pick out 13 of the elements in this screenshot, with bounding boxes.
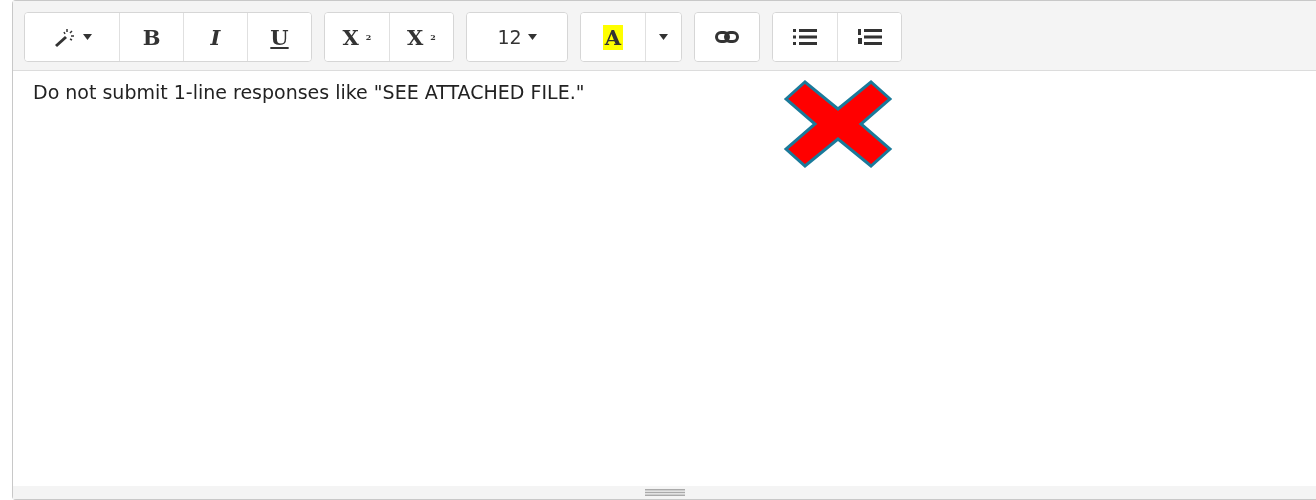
caret-icon (527, 34, 537, 40)
numbered-list-button[interactable] (837, 13, 901, 61)
underline-button[interactable]: U (247, 13, 311, 61)
caret-icon (659, 34, 668, 40)
numbered-list-icon (857, 28, 882, 46)
bullet-list-icon (793, 28, 817, 46)
font-size-dropdown[interactable]: 12 (467, 13, 567, 61)
link-icon (715, 31, 739, 43)
link-button[interactable] (695, 13, 759, 61)
cross-mark-icon (783, 79, 893, 169)
resize-handle-icon[interactable] (644, 489, 685, 496)
caret-icon (82, 34, 92, 40)
editor-text: Do not submit 1-line responses like "SEE ATTACHED FILE." (33, 81, 585, 103)
